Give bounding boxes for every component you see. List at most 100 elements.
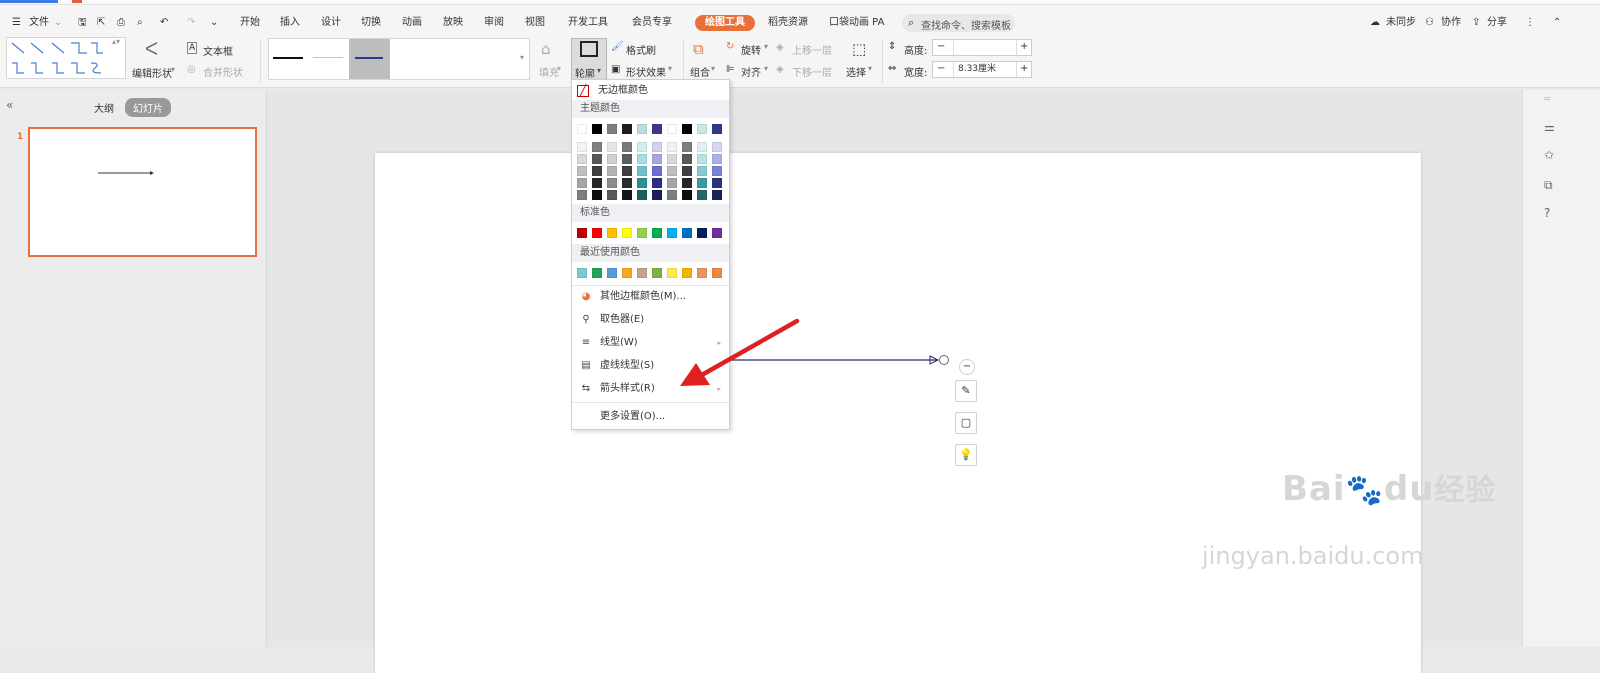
recent-color-swatch[interactable]: [667, 268, 677, 278]
undo-icon[interactable]: ↶: [160, 15, 168, 31]
standard-color-swatch[interactable]: [667, 228, 677, 238]
line-style-black[interactable]: [273, 57, 303, 59]
preview-icon[interactable]: ⌕: [137, 15, 143, 31]
tab-transition[interactable]: 切换: [361, 15, 381, 31]
theme-shade-swatch[interactable]: [697, 190, 707, 200]
theme-shade-swatch[interactable]: [637, 154, 647, 164]
theme-shade-swatch[interactable]: [667, 142, 677, 152]
align-button[interactable]: 对齐: [741, 64, 761, 79]
resize-handle[interactable]: [939, 355, 949, 365]
doc-tab-indicator[interactable]: [72, 0, 82, 3]
theme-color-swatch[interactable]: [607, 124, 617, 134]
float-outline-icon[interactable]: ▢: [955, 412, 977, 434]
theme-shade-swatch[interactable]: [682, 178, 692, 188]
theme-color-swatch[interactable]: [622, 124, 632, 134]
tab-insert[interactable]: 插入: [280, 15, 300, 31]
chevron-down-icon[interactable]: ▾: [668, 64, 672, 73]
line-style-selected[interactable]: [349, 39, 390, 79]
standard-color-swatch[interactable]: [697, 228, 707, 238]
more-menu-icon[interactable]: ⋮: [1525, 15, 1535, 31]
theme-shade-swatch[interactable]: [667, 178, 677, 188]
tab-member[interactable]: 会员专享: [632, 15, 672, 31]
tab-review[interactable]: 审阅: [484, 15, 504, 31]
connector-shapes-icon[interactable]: [7, 38, 125, 78]
slide-thumbnail[interactable]: [28, 127, 257, 257]
recent-color-swatch[interactable]: [607, 268, 617, 278]
gallery-scroll-icon[interactable]: ▾: [520, 53, 524, 62]
float-style-pen-icon[interactable]: ✎: [955, 380, 977, 402]
line-style-gallery[interactable]: ▾: [268, 38, 530, 80]
theme-shade-swatch[interactable]: [592, 166, 602, 176]
outline-button[interactable]: 轮廓 ▾: [571, 38, 607, 80]
tab-animation[interactable]: 动画: [402, 15, 422, 31]
theme-shade-swatch[interactable]: [637, 178, 647, 188]
format-painter-icon[interactable]: 🖌: [611, 41, 624, 52]
theme-shade-swatch[interactable]: [667, 154, 677, 164]
help-icon[interactable]: ?: [1544, 206, 1550, 220]
theme-shade-swatch[interactable]: [607, 142, 617, 152]
width-increase-button[interactable]: +: [1020, 63, 1028, 74]
shape-effect-button[interactable]: 形状效果: [626, 64, 666, 79]
theme-color-swatch[interactable]: [652, 124, 662, 134]
tab-drawing-tools[interactable]: 绘图工具: [695, 15, 755, 31]
connector-gallery[interactable]: [6, 37, 126, 79]
width-field[interactable]: − 8.33厘米 +: [932, 61, 1032, 78]
chevron-down-icon[interactable]: ▾: [764, 64, 768, 73]
float-idea-bulb-icon[interactable]: 💡: [955, 444, 977, 466]
theme-shade-swatch[interactable]: [682, 190, 692, 200]
theme-color-swatch[interactable]: [667, 124, 677, 134]
theme-shade-swatch[interactable]: [637, 142, 647, 152]
theme-shade-swatch[interactable]: [712, 178, 722, 188]
file-menu[interactable]: 文件: [29, 15, 49, 31]
theme-shade-swatch[interactable]: [697, 178, 707, 188]
theme-shade-swatch[interactable]: [607, 154, 617, 164]
theme-shade-swatch[interactable]: [667, 166, 677, 176]
chevron-down-icon[interactable]: ▾: [868, 64, 872, 73]
collaborate-icon[interactable]: ⚇: [1425, 15, 1434, 31]
recent-color-swatch[interactable]: [577, 268, 587, 278]
recent-color-swatch[interactable]: [592, 268, 602, 278]
standard-color-swatch[interactable]: [637, 228, 647, 238]
theme-shade-swatch[interactable]: [622, 142, 632, 152]
theme-shade-swatch[interactable]: [622, 178, 632, 188]
theme-shade-swatch[interactable]: [607, 190, 617, 200]
more-border-colors-item[interactable]: ◕ 其他边框颜色(M)...: [572, 286, 729, 308]
tab-docer[interactable]: 稻壳资源: [768, 15, 808, 31]
recent-color-swatch[interactable]: [697, 268, 707, 278]
theme-shade-swatch[interactable]: [592, 142, 602, 152]
textbox-button[interactable]: 文本框: [203, 43, 233, 58]
tab-view[interactable]: 视图: [525, 15, 545, 31]
textbox-icon[interactable]: A: [187, 42, 198, 54]
shape-effect-icon[interactable]: ▣: [611, 64, 620, 75]
sync-status[interactable]: 未同步: [1386, 15, 1416, 31]
recent-color-swatch[interactable]: [712, 268, 722, 278]
theme-shade-swatch[interactable]: [577, 190, 587, 200]
edit-shape-icon[interactable]: ᐸ: [145, 39, 158, 60]
theme-shade-swatch[interactable]: [667, 190, 677, 200]
chevron-down-icon[interactable]: ▾: [764, 42, 768, 51]
height-increase-button[interactable]: +: [1020, 41, 1028, 52]
theme-shade-swatch[interactable]: [652, 142, 662, 152]
standard-color-swatch[interactable]: [592, 228, 602, 238]
theme-shade-swatch[interactable]: [577, 154, 587, 164]
theme-shade-swatch[interactable]: [712, 142, 722, 152]
select-icon[interactable]: ⬚: [852, 40, 866, 58]
no-border-color-item[interactable]: ╱ 无边框颜色: [572, 80, 729, 102]
standard-color-swatch[interactable]: [712, 228, 722, 238]
standard-color-swatch[interactable]: [622, 228, 632, 238]
menu-hamburger-icon[interactable]: ☰: [12, 15, 21, 31]
theme-shade-swatch[interactable]: [622, 166, 632, 176]
theme-shade-swatch[interactable]: [682, 142, 692, 152]
group-button[interactable]: 组合: [690, 64, 710, 79]
recent-color-swatch[interactable]: [622, 268, 632, 278]
theme-shade-swatch[interactable]: [712, 190, 722, 200]
tab-outline[interactable]: 大纲: [94, 100, 114, 115]
print-icon[interactable]: ⎙: [117, 15, 125, 31]
share-button[interactable]: 分享: [1487, 15, 1507, 31]
share-icon[interactable]: ⇪: [1472, 15, 1480, 31]
align-icon[interactable]: ⊫: [726, 64, 735, 75]
theme-shade-swatch[interactable]: [652, 154, 662, 164]
theme-color-swatch[interactable]: [577, 124, 587, 134]
group-icon[interactable]: ⧉: [693, 40, 704, 58]
theme-shade-swatch[interactable]: [622, 154, 632, 164]
